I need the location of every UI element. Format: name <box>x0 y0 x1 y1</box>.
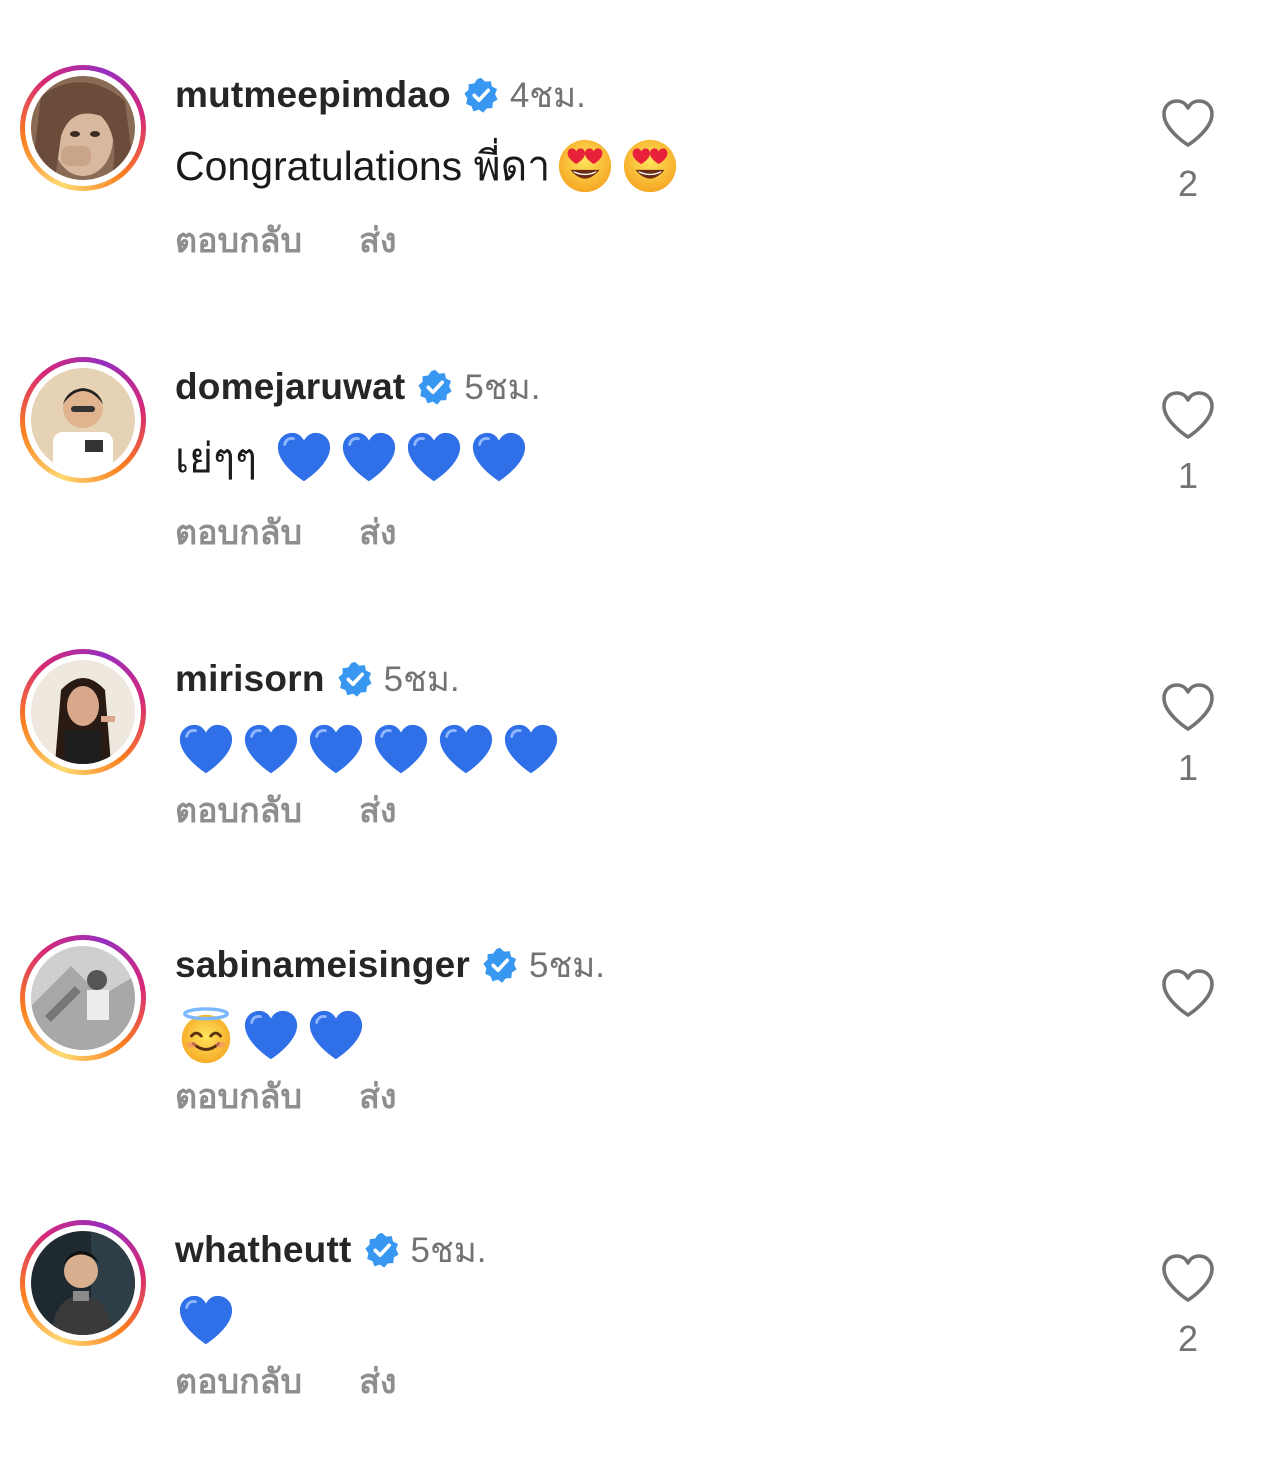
heart-outline-icon <box>1162 391 1214 439</box>
comment-actions: ตอบกลับ ส่ง <box>175 785 396 835</box>
comment-item: sabinameisinger 5ชม. ตอบกลับ ส่ง <box>0 935 1280 1175</box>
avatar <box>31 660 135 764</box>
comment-body: Congratulations พี่ดา <box>175 133 679 199</box>
reply-button[interactable]: ตอบกลับ <box>175 1354 302 1408</box>
blue-heart-emoji <box>340 429 398 487</box>
blue-heart-emoji <box>437 721 495 779</box>
heart-outline-icon <box>1162 1254 1214 1302</box>
blue-heart-emoji <box>502 721 560 779</box>
comment-body <box>175 717 560 783</box>
avatar-story-ring[interactable] <box>20 357 146 483</box>
comment-body <box>175 1003 365 1069</box>
comment-text: เย่ๆๆ <box>175 434 258 481</box>
blue-heart-emoji <box>372 721 430 779</box>
blue-heart-emoji <box>177 721 235 779</box>
like-count: 1 <box>1177 747 1199 788</box>
comment-actions: ตอบกลับ ส่ง <box>175 507 396 557</box>
avatar <box>31 1231 135 1335</box>
send-button[interactable]: ส่ง <box>359 1354 396 1408</box>
comment-item: domejaruwat 5ชม. เย่ๆๆ ตอบกลับ ส่ง 1 <box>0 357 1280 597</box>
comment-actions: ตอบกลับ ส่ง <box>175 215 396 265</box>
blue-heart-emoji <box>405 429 463 487</box>
reply-button[interactable]: ตอบกลับ <box>175 1069 302 1123</box>
blue-heart-emoji <box>307 1007 365 1065</box>
send-button[interactable]: ส่ง <box>359 1069 396 1123</box>
verified-badge-icon <box>364 1232 400 1268</box>
smiling-face-with-halo-emoji <box>177 1007 235 1065</box>
like-button[interactable] <box>1160 390 1216 442</box>
verified-badge-icon <box>417 369 453 405</box>
blue-heart-emoji <box>275 429 333 487</box>
avatar <box>31 946 135 1050</box>
heart-eyes-emoji <box>556 137 614 195</box>
send-button[interactable]: ส่ง <box>359 783 396 837</box>
send-button[interactable]: ส่ง <box>359 505 396 559</box>
verified-badge-icon <box>482 947 518 983</box>
heart-outline-icon <box>1162 969 1214 1017</box>
reply-button[interactable]: ตอบกลับ <box>175 783 302 837</box>
comment-timestamp: 5ชม. <box>529 945 606 985</box>
username[interactable]: mirisorn <box>175 658 325 700</box>
avatar <box>31 368 135 472</box>
avatar-story-ring[interactable] <box>20 935 146 1061</box>
username[interactable]: whatheutt <box>175 1229 352 1271</box>
comment-body: เย่ๆๆ <box>175 425 528 491</box>
avatar-story-ring[interactable] <box>20 65 146 191</box>
comment-timestamp: 5ชม. <box>410 1230 487 1270</box>
like-button[interactable] <box>1160 98 1216 150</box>
comment-timestamp: 5ชม. <box>464 367 541 407</box>
comment-body <box>175 1288 235 1354</box>
heart-outline-icon <box>1162 683 1214 731</box>
blue-heart-emoji <box>470 429 528 487</box>
heart-eyes-emoji <box>621 137 679 195</box>
comment-timestamp: 5ชม. <box>383 659 460 699</box>
username[interactable]: mutmeepimdao <box>175 74 451 116</box>
comment-item: mirisorn 5ชม. ตอบกลับ ส่ง 1 <box>0 649 1280 889</box>
reply-button[interactable]: ตอบกลับ <box>175 505 302 559</box>
like-button[interactable] <box>1160 1253 1216 1305</box>
avatar-story-ring[interactable] <box>20 649 146 775</box>
comment-item: whatheutt 5ชม. ตอบกลับ ส่ง 2 <box>0 1220 1280 1460</box>
like-button[interactable] <box>1160 968 1216 1020</box>
comment-actions: ตอบกลับ ส่ง <box>175 1071 396 1121</box>
username[interactable]: domejaruwat <box>175 366 405 408</box>
username[interactable]: sabinameisinger <box>175 944 470 986</box>
heart-outline-icon <box>1162 99 1214 147</box>
blue-heart-emoji <box>307 721 365 779</box>
like-count: 1 <box>1177 455 1199 496</box>
reply-button[interactable]: ตอบกลับ <box>175 213 302 267</box>
send-button[interactable]: ส่ง <box>359 213 396 267</box>
comment-timestamp: 4ชม. <box>509 75 586 115</box>
comment-actions: ตอบกลับ ส่ง <box>175 1356 396 1406</box>
comment-text: Congratulations พี่ดา <box>175 142 551 189</box>
like-count: 2 <box>1177 163 1199 204</box>
like-button[interactable] <box>1160 682 1216 734</box>
avatar-story-ring[interactable] <box>20 1220 146 1346</box>
like-count: 2 <box>1177 1318 1199 1359</box>
avatar <box>31 76 135 180</box>
verified-badge-icon <box>463 77 499 113</box>
comment-item: mutmeepimdao 4ชม. Congratulations พี่ดา … <box>0 65 1280 305</box>
verified-badge-icon <box>337 661 373 697</box>
blue-heart-emoji <box>242 1007 300 1065</box>
blue-heart-emoji <box>177 1292 235 1350</box>
blue-heart-emoji <box>242 721 300 779</box>
